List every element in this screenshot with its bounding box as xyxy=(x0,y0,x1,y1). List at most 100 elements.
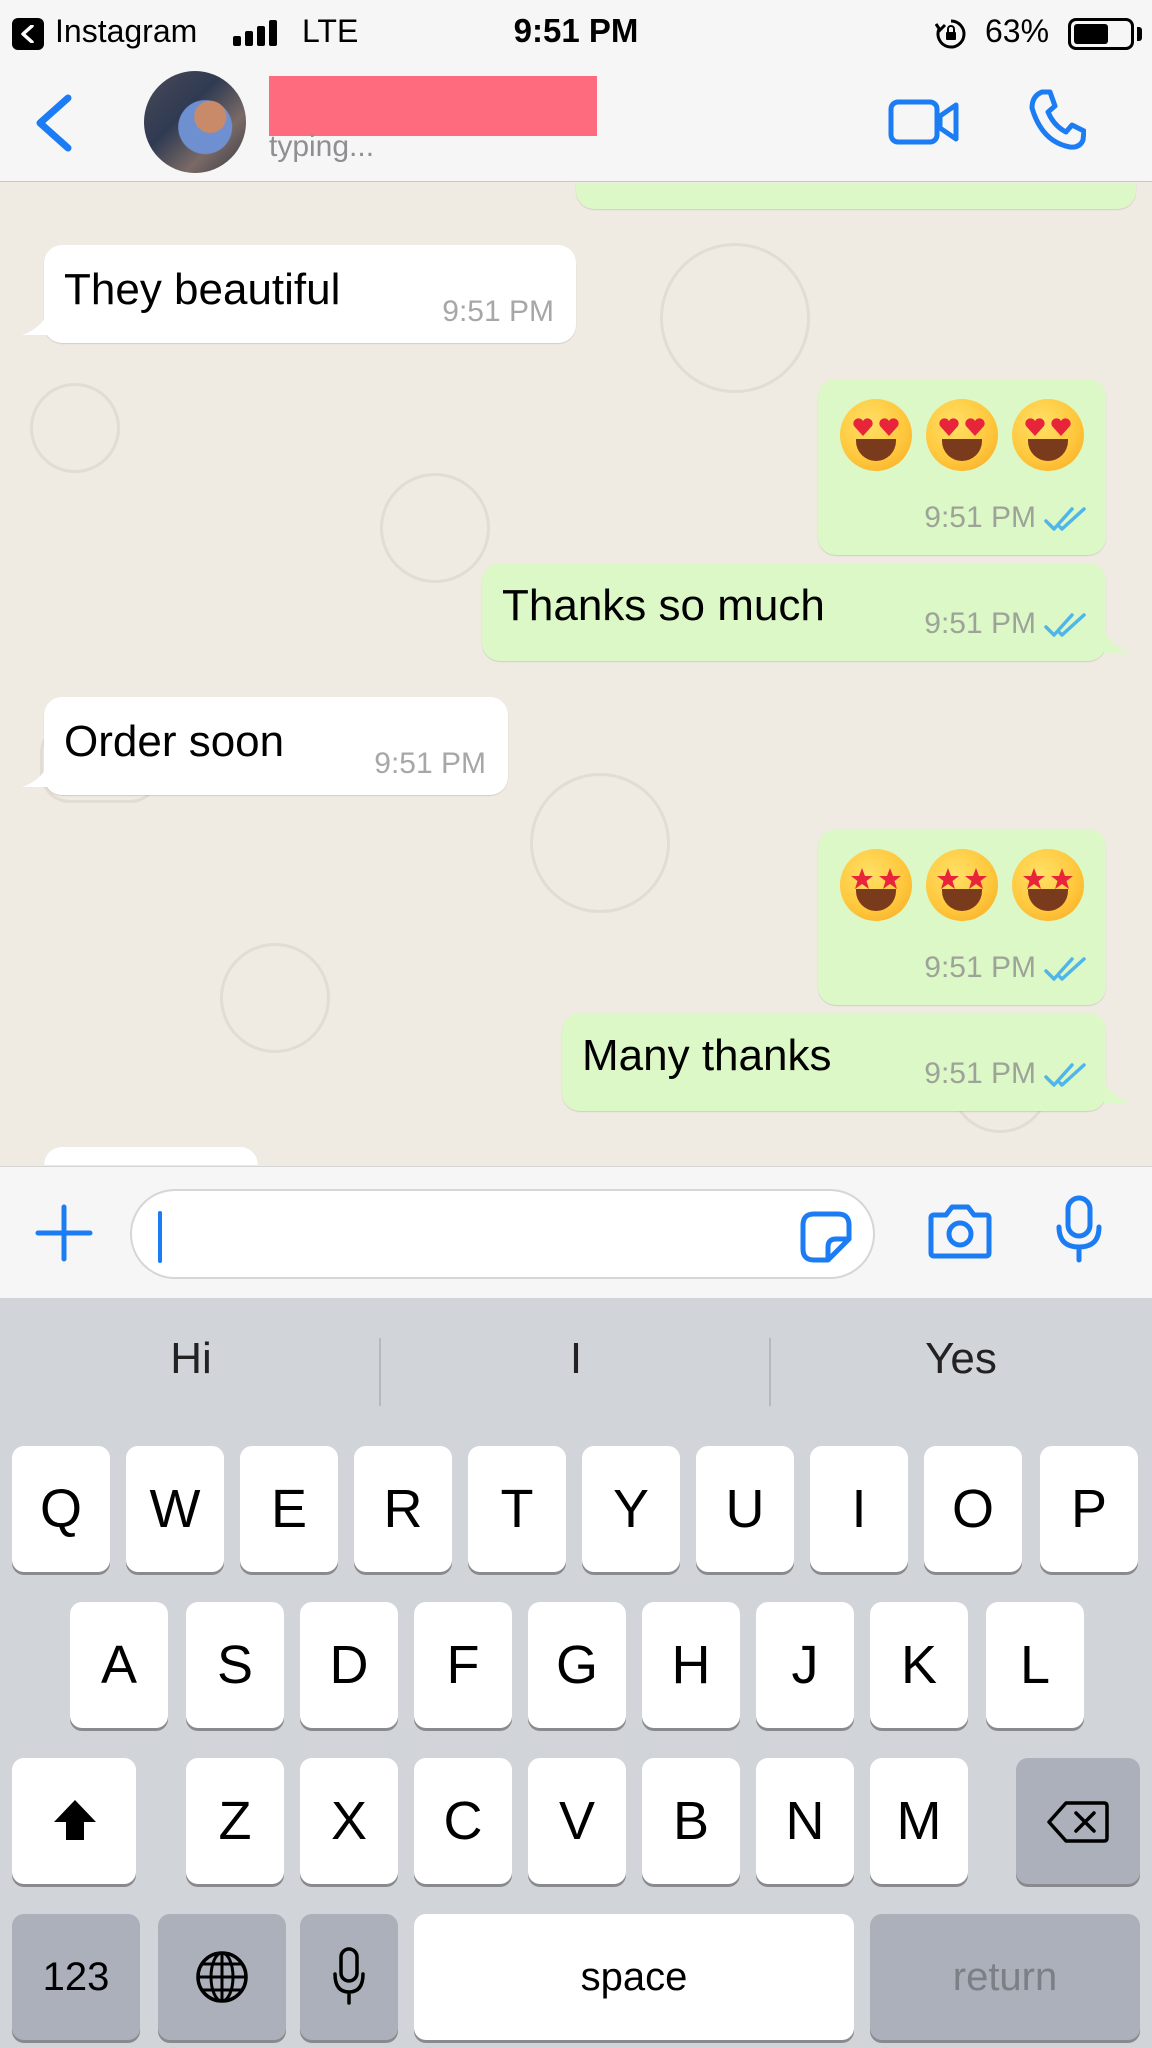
shift-key[interactable] xyxy=(12,1758,136,1884)
bubble-tail xyxy=(22,313,48,335)
message-time: 9:51 PM xyxy=(924,951,1036,984)
keyboard: Hi I Yes Q W E R T Y U I O P A S D F G H… xyxy=(0,1298,1152,2048)
key-d[interactable]: D xyxy=(300,1602,398,1728)
message-input[interactable] xyxy=(130,1189,875,1279)
message-time: 9:51 PM xyxy=(924,607,1036,640)
star-struck-emoji xyxy=(840,849,912,921)
message-bubble-clipped[interactable] xyxy=(44,1147,258,1165)
globe-icon xyxy=(196,1951,248,2003)
key-v[interactable]: V xyxy=(528,1758,626,1884)
key-l[interactable]: L xyxy=(986,1602,1084,1728)
suggestion-1[interactable]: Hi xyxy=(0,1334,382,1384)
key-q[interactable]: Q xyxy=(12,1446,110,1572)
contact-name-redacted[interactable] xyxy=(269,76,597,136)
bubble-tail xyxy=(1104,1081,1130,1103)
outgoing-emoji-bubble[interactable]: 9:51 PM xyxy=(818,829,1106,1005)
key-j[interactable]: J xyxy=(756,1602,854,1728)
incoming-message-bubble[interactable]: Order soon 9:51 PM xyxy=(44,697,508,795)
numbers-key[interactable]: 123 xyxy=(12,1914,140,2040)
key-g[interactable]: G xyxy=(528,1602,626,1728)
key-z[interactable]: Z xyxy=(186,1758,284,1884)
message-text: Order soon xyxy=(64,717,285,766)
key-i[interactable]: I xyxy=(810,1446,908,1572)
plus-icon[interactable] xyxy=(34,1203,94,1263)
status-time: 9:51 PM xyxy=(513,12,639,49)
text-cursor xyxy=(158,1211,162,1263)
shift-icon xyxy=(54,1800,96,1840)
background-doodle xyxy=(530,773,670,913)
space-key[interactable]: space xyxy=(414,1914,854,2040)
suggestion-divider xyxy=(379,1338,381,1406)
microphone-icon[interactable] xyxy=(1056,1195,1102,1263)
chat-area[interactable]: They beautiful 9:51 PM 9:51 PM Thanks so… xyxy=(0,183,1152,1165)
message-text: They beautiful xyxy=(64,265,341,314)
outgoing-message-bubble[interactable]: Many thanks 9:51 PM xyxy=(562,1013,1106,1111)
key-a[interactable]: A xyxy=(70,1602,168,1728)
heart-eyes-emoji xyxy=(840,399,912,471)
key-c[interactable]: C xyxy=(414,1758,512,1884)
voice-call-icon[interactable] xyxy=(1028,88,1086,152)
key-o[interactable]: O xyxy=(924,1446,1022,1572)
key-y[interactable]: Y xyxy=(582,1446,680,1572)
read-receipt-icon xyxy=(1044,507,1086,531)
key-s[interactable]: S xyxy=(186,1602,284,1728)
key-h[interactable]: H xyxy=(642,1602,740,1728)
battery-icon xyxy=(1068,18,1134,50)
key-t[interactable]: T xyxy=(468,1446,566,1572)
battery-percentage: 63% xyxy=(985,13,1050,49)
message-text: Many thanks xyxy=(582,1031,832,1080)
key-e[interactable]: E xyxy=(240,1446,338,1572)
message-time: 9:51 PM xyxy=(924,501,1036,534)
dictation-microphone-icon xyxy=(333,1947,365,2005)
video-call-icon[interactable] xyxy=(888,92,960,152)
suggestion-3[interactable]: Yes xyxy=(770,1334,1152,1384)
message-time: 9:51 PM xyxy=(924,1057,1036,1090)
camera-icon[interactable] xyxy=(928,1203,992,1259)
message-time: 9:51 PM xyxy=(374,747,486,780)
read-receipt-icon xyxy=(1044,1063,1086,1087)
outgoing-message-bubble[interactable]: Thanks so much 9:51 PM xyxy=(482,563,1106,661)
dictation-key[interactable] xyxy=(300,1914,398,2040)
key-p[interactable]: P xyxy=(1040,1446,1138,1572)
incoming-message-bubble[interactable]: They beautiful 9:51 PM xyxy=(44,245,576,343)
orientation-lock-icon xyxy=(935,19,966,49)
background-doodle xyxy=(660,243,810,393)
globe-key[interactable] xyxy=(158,1914,286,2040)
background-doodle xyxy=(380,473,490,583)
key-b[interactable]: B xyxy=(642,1758,740,1884)
sticker-icon[interactable] xyxy=(800,1211,852,1263)
background-doodle xyxy=(220,943,330,1053)
message-text: Thanks so much xyxy=(502,581,825,630)
key-k[interactable]: K xyxy=(870,1602,968,1728)
key-m[interactable]: M xyxy=(870,1758,968,1884)
star-struck-emoji xyxy=(926,849,998,921)
contact-avatar[interactable] xyxy=(144,71,246,173)
chat-header: typing... xyxy=(0,66,1152,182)
suggestion-2[interactable]: I xyxy=(385,1334,767,1384)
contact-typing-status: typing... xyxy=(269,130,375,163)
bubble-tail xyxy=(1104,631,1130,653)
status-bar: Instagram LTE 9:51 PM 63% xyxy=(0,0,1152,66)
battery-tip xyxy=(1137,27,1142,41)
return-key[interactable]: return xyxy=(870,1914,1140,2040)
key-x[interactable]: X xyxy=(300,1758,398,1884)
read-receipt-icon xyxy=(1044,957,1086,981)
key-n[interactable]: N xyxy=(756,1758,854,1884)
heart-eyes-emoji xyxy=(1012,399,1084,471)
star-struck-emoji xyxy=(1012,849,1084,921)
heart-eyes-emoji xyxy=(926,399,998,471)
key-u[interactable]: U xyxy=(696,1446,794,1572)
outgoing-emoji-bubble[interactable]: 9:51 PM xyxy=(818,379,1106,555)
backspace-icon xyxy=(1047,1801,1109,1843)
key-w[interactable]: W xyxy=(126,1446,224,1572)
delete-key[interactable] xyxy=(1016,1758,1140,1884)
key-f[interactable]: F xyxy=(414,1602,512,1728)
message-bubble-clipped[interactable] xyxy=(576,183,1136,209)
message-time: 9:51 PM xyxy=(442,295,554,328)
background-doodle xyxy=(30,383,120,473)
read-receipt-icon xyxy=(1044,613,1086,637)
back-chevron-icon[interactable] xyxy=(28,88,78,158)
message-input-bar xyxy=(0,1166,1152,1298)
bubble-tail xyxy=(22,765,48,787)
key-r[interactable]: R xyxy=(354,1446,452,1572)
